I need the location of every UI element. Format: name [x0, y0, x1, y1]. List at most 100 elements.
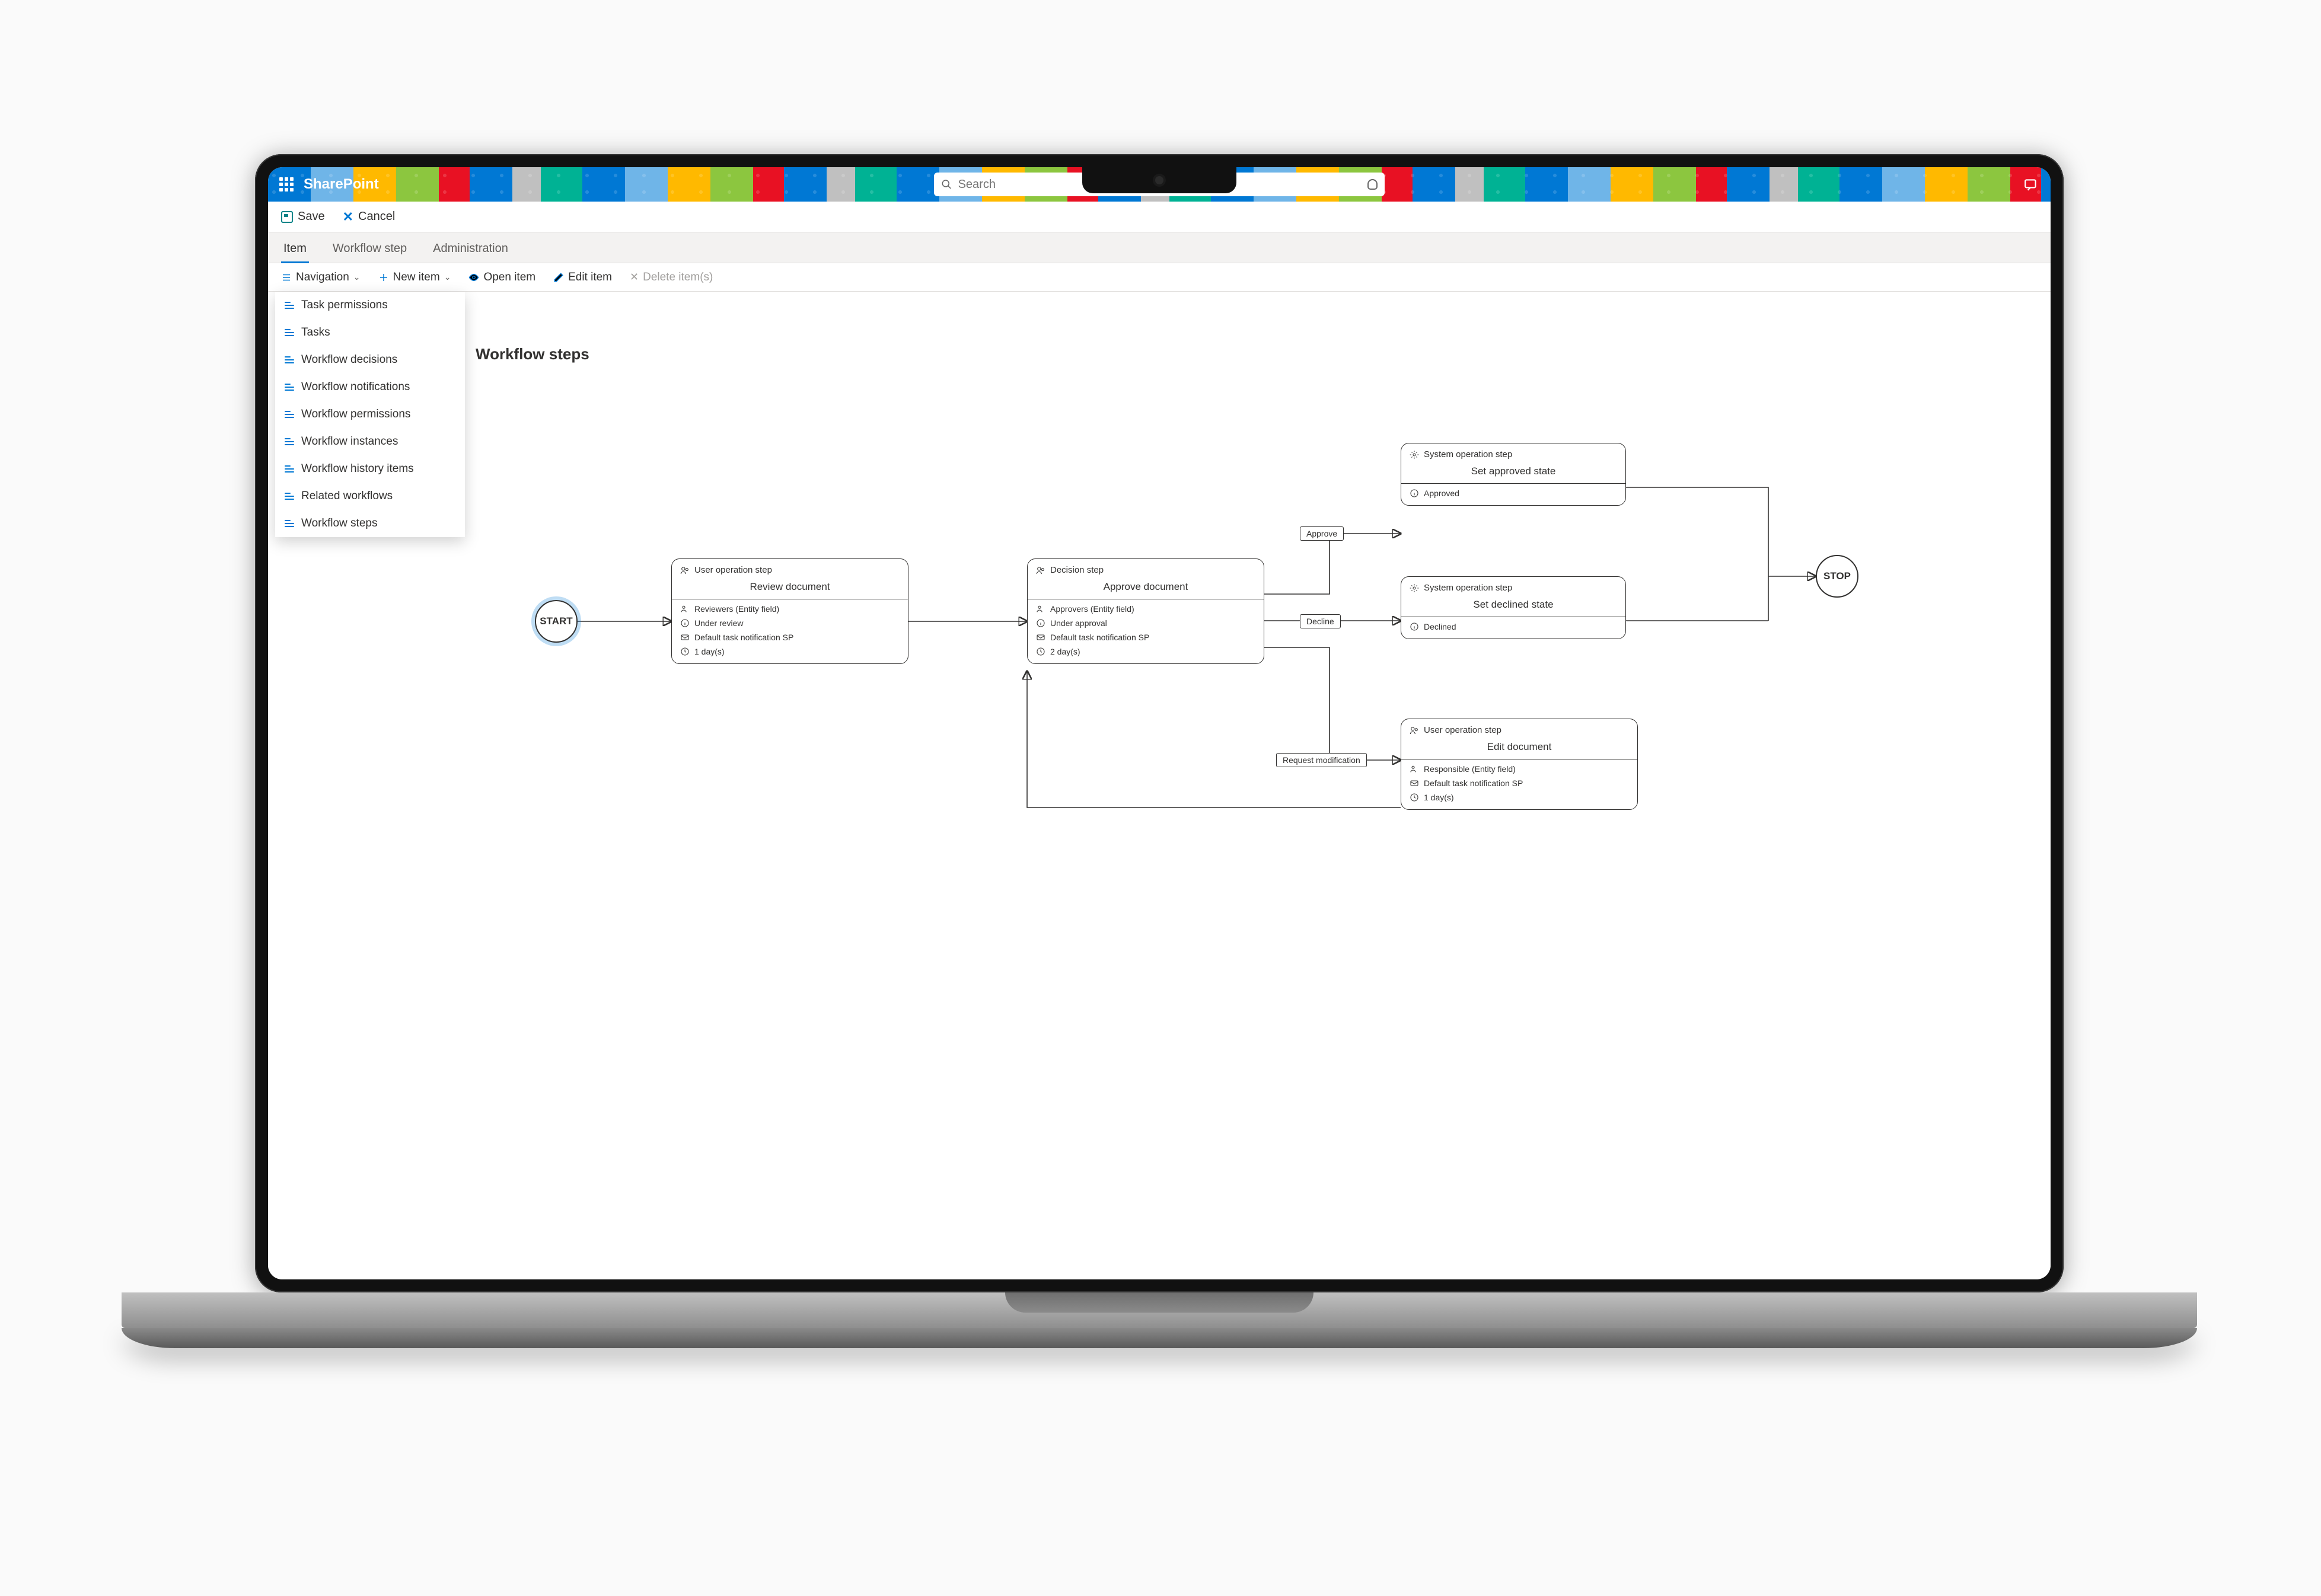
clock-icon	[680, 647, 690, 656]
tab-administration[interactable]: Administration	[431, 235, 511, 263]
edge-label-decline[interactable]: Decline	[1300, 614, 1341, 628]
node-title: Set declined state	[1401, 595, 1625, 612]
people-icon	[1036, 604, 1045, 614]
node-title: Review document	[672, 577, 908, 594]
nav-item-related-workflows[interactable]: Related workflows	[275, 483, 465, 510]
nav-item-label: Tasks	[301, 326, 330, 339]
node-actor: Responsible (Entity field)	[1424, 764, 1516, 774]
pencil-icon	[553, 272, 564, 283]
nav-item-workflow-decisions[interactable]: Workflow decisions	[275, 346, 465, 374]
node-approve-document[interactable]: Decision step Approve document Approvers…	[1027, 558, 1264, 664]
product-brand: SharePoint	[304, 176, 379, 193]
gear-icon	[1410, 450, 1419, 459]
nav-item-workflow-instances[interactable]: Workflow instances	[275, 428, 465, 455]
stop-label: STOP	[1823, 570, 1851, 582]
clock-icon	[1036, 647, 1045, 656]
new-item-label: New item	[393, 271, 440, 284]
nav-item-label: Workflow notifications	[301, 381, 410, 394]
nav-item-label: Workflow decisions	[301, 353, 397, 366]
node-edit-document[interactable]: User operation step Edit document Respon…	[1401, 719, 1638, 810]
search-icon	[941, 178, 952, 190]
nav-item-label: Task permissions	[301, 299, 388, 312]
mail-icon	[680, 633, 690, 642]
nav-item-workflow-permissions[interactable]: Workflow permissions	[275, 401, 465, 428]
nav-item-tasks[interactable]: Tasks	[275, 319, 465, 346]
nav-item-label: Workflow history items	[301, 462, 414, 475]
nav-item-workflow-history-items[interactable]: Workflow history items	[275, 455, 465, 483]
node-notification: Default task notification SP	[1050, 633, 1149, 642]
open-item-button[interactable]: Open item	[468, 271, 535, 284]
gear-icon	[1410, 583, 1419, 593]
save-button[interactable]: Save	[281, 210, 325, 224]
workspace: Workflow steps	[268, 292, 2051, 1279]
laptop-notch	[1082, 167, 1236, 193]
app-launcher-icon[interactable]	[278, 175, 295, 193]
people-icon	[1410, 764, 1419, 774]
delete-items-label: Delete item(s)	[643, 271, 713, 284]
close-icon: ✕	[630, 271, 639, 283]
node-type-label: Decision step	[1050, 565, 1104, 575]
user-step-icon	[1036, 566, 1045, 575]
node-title: Set approved state	[1401, 462, 1625, 478]
start-node[interactable]: START	[535, 600, 578, 643]
form-action-bar: Save ✕ Cancel	[268, 202, 2051, 232]
edge-label-request-modification[interactable]: Request modification	[1276, 753, 1367, 767]
save-label: Save	[298, 210, 325, 224]
node-notification: Default task notification SP	[694, 633, 793, 642]
node-title: Edit document	[1401, 738, 1637, 754]
edge-label-approve[interactable]: Approve	[1300, 526, 1344, 541]
node-set-approved-state[interactable]: System operation step Set approved state…	[1401, 443, 1626, 506]
list-icon	[285, 520, 294, 527]
list-icon	[285, 465, 294, 473]
info-icon	[1036, 618, 1045, 628]
stop-node[interactable]: STOP	[1816, 555, 1858, 598]
navigation-menu: Task permissions Tasks Workflow decision…	[275, 292, 465, 537]
list-icon	[285, 493, 294, 500]
list-icon	[285, 438, 294, 445]
edit-item-button[interactable]: Edit item	[553, 271, 612, 284]
node-duration: 1 day(s)	[1424, 793, 1454, 802]
navigation-icon	[281, 272, 292, 283]
user-step-icon	[1410, 726, 1419, 735]
nav-item-label: Related workflows	[301, 490, 393, 503]
tab-workflow-step[interactable]: Workflow step	[330, 235, 409, 263]
workflow-connectors	[268, 292, 2051, 1279]
tab-item-label: Item	[283, 242, 307, 255]
info-icon	[680, 618, 690, 628]
tab-item[interactable]: Item	[281, 235, 309, 263]
node-title: Approve document	[1028, 577, 1264, 594]
nav-item-task-permissions[interactable]: Task permissions	[275, 292, 465, 319]
cancel-button[interactable]: ✕ Cancel	[343, 210, 396, 224]
nav-item-workflow-notifications[interactable]: Workflow notifications	[275, 374, 465, 401]
nav-item-label: Workflow instances	[301, 435, 398, 448]
tab-strip: Item Workflow step Administration	[268, 232, 2051, 263]
node-notification: Default task notification SP	[1424, 778, 1523, 788]
nav-item-label: Workflow permissions	[301, 408, 410, 421]
microphone-icon[interactable]	[1367, 179, 1378, 190]
clock-icon	[1410, 793, 1419, 802]
list-icon	[285, 329, 294, 336]
list-icon	[285, 411, 294, 418]
node-type-label: System operation step	[1424, 449, 1512, 459]
info-icon	[1410, 489, 1419, 498]
info-icon	[1410, 622, 1419, 631]
tab-administration-label: Administration	[433, 242, 508, 255]
node-duration: 1 day(s)	[694, 647, 725, 656]
new-item-button[interactable]: New item ⌄	[378, 271, 451, 284]
workflow-canvas[interactable]: START User operation step Review documen…	[268, 292, 2051, 1279]
command-bar: Navigation ⌄ New item ⌄ Open item E	[268, 263, 2051, 292]
node-type-label: User operation step	[1424, 725, 1501, 735]
node-set-declined-state[interactable]: System operation step Set declined state…	[1401, 576, 1626, 639]
close-icon: ✕	[343, 210, 353, 224]
plus-icon	[378, 272, 389, 283]
list-icon	[285, 302, 294, 309]
chevron-down-icon: ⌄	[444, 272, 451, 282]
tab-workflow-step-label: Workflow step	[333, 242, 407, 255]
cancel-label: Cancel	[358, 210, 395, 224]
user-step-icon	[680, 566, 690, 575]
people-icon	[680, 604, 690, 614]
navigation-dropdown[interactable]: Navigation ⌄	[281, 271, 361, 284]
feedback-button[interactable]	[2021, 174, 2041, 194]
node-review-document[interactable]: User operation step Review document Revi…	[671, 558, 908, 664]
nav-item-workflow-steps[interactable]: Workflow steps	[275, 510, 465, 537]
